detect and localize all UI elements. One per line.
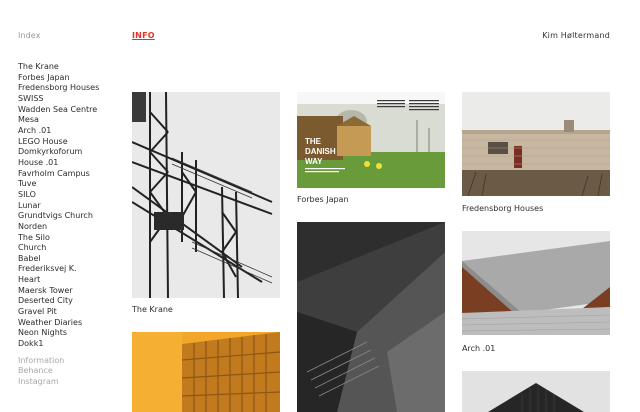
project-tile-arch-01[interactable] xyxy=(462,231,610,335)
project-link[interactable]: Gravel Pit xyxy=(18,307,128,318)
project-tile-the-krane[interactable] xyxy=(132,92,280,298)
project-link[interactable]: The Krane xyxy=(18,62,128,73)
magazine-title-line3: WAY xyxy=(305,157,323,166)
tile-caption: Arch .01 xyxy=(462,344,496,353)
project-tile-orange-building[interactable] xyxy=(132,332,280,412)
project-link[interactable]: Wadden Sea Centre xyxy=(18,105,128,116)
project-tile-concrete-stairs[interactable] xyxy=(297,222,445,412)
project-tile-dark-barn[interactable] xyxy=(462,371,610,412)
concrete-stairs-photo xyxy=(297,222,445,412)
project-link[interactable]: Fredensborg Houses xyxy=(18,83,128,94)
secondary-links: Information Behance Instagram xyxy=(18,356,128,388)
index-link[interactable]: Index xyxy=(18,31,41,40)
project-link[interactable]: Tuve xyxy=(18,179,128,190)
tile-caption: The Krane xyxy=(132,305,173,314)
project-link[interactable]: Favrholm Campus xyxy=(18,169,128,180)
project-link[interactable]: Weather Diaries xyxy=(18,318,128,329)
magazine-title-line2: DANISH xyxy=(305,147,336,156)
project-link[interactable]: Domkyrkoforum xyxy=(18,147,128,158)
project-link[interactable]: Arch .01 xyxy=(18,126,128,137)
brick-house-photo xyxy=(462,92,610,196)
tile-caption: Fredensborg Houses xyxy=(462,204,544,213)
orange-facade-photo xyxy=(132,332,280,412)
crane-photo xyxy=(132,92,280,298)
magazine-title-line1: THE xyxy=(305,137,322,146)
project-link[interactable]: The Silo xyxy=(18,233,128,244)
project-link[interactable]: Neon Nights xyxy=(18,328,128,339)
info-link[interactable]: INFO xyxy=(132,31,155,40)
project-tile-fredensborg-houses[interactable] xyxy=(462,92,610,196)
project-tile-forbes-japan[interactable]: THE DANISH WAY xyxy=(297,92,445,188)
portfolio-page: Index INFO Kim Høltermand The Krane Forb… xyxy=(0,0,640,412)
site-author-name[interactable]: Kim Høltermand xyxy=(542,31,610,40)
project-link[interactable]: Mesa xyxy=(18,115,128,126)
project-link[interactable]: Deserted City xyxy=(18,296,128,307)
project-link[interactable]: SILO xyxy=(18,190,128,201)
behance-link[interactable]: Behance xyxy=(18,366,128,377)
project-link[interactable]: Lunar xyxy=(18,201,128,212)
steel-arch-photo xyxy=(462,231,610,335)
project-link[interactable]: Heart xyxy=(18,275,128,286)
tile-caption: Forbes Japan xyxy=(297,195,349,204)
project-list: The Krane Forbes Japan Fredensborg House… xyxy=(18,62,128,350)
project-link[interactable]: Forbes Japan xyxy=(18,73,128,84)
project-link[interactable]: Frederiksvej K. xyxy=(18,264,128,275)
project-link[interactable]: Grundtvigs Church xyxy=(18,211,128,222)
information-link[interactable]: Information xyxy=(18,356,128,367)
project-link[interactable]: SWISS xyxy=(18,94,128,105)
project-link[interactable]: Dokk1 xyxy=(18,339,128,350)
project-link[interactable]: Babel xyxy=(18,254,128,265)
project-index-sidebar: The Krane Forbes Japan Fredensborg House… xyxy=(18,62,128,388)
project-link[interactable]: Norden xyxy=(18,222,128,233)
project-link[interactable]: Maersk Tower xyxy=(18,286,128,297)
magazine-spread-photo: THE DANISH WAY xyxy=(297,92,445,188)
dark-barn-photo xyxy=(462,371,610,412)
project-link[interactable]: LEGO House xyxy=(18,137,128,148)
project-link[interactable]: Church xyxy=(18,243,128,254)
instagram-link[interactable]: Instagram xyxy=(18,377,128,388)
project-link[interactable]: House .01 xyxy=(18,158,128,169)
